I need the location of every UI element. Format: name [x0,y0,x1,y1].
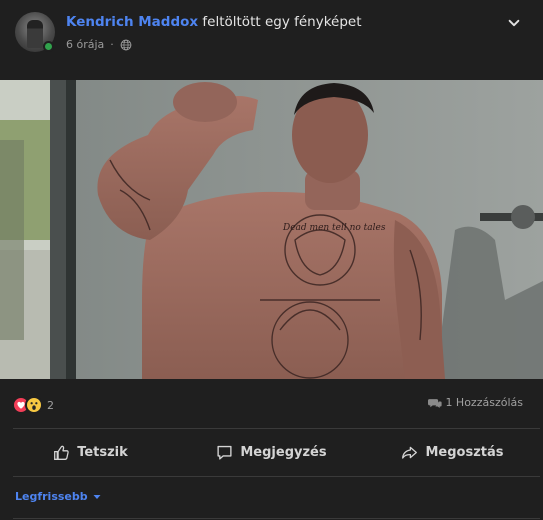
divider-bottom [13,476,540,477]
author-name-link[interactable]: Kendrich Maddox [66,14,198,30]
reaction-count: 2 [47,398,54,412]
post-photo[interactable]: Dead men tell no tales [0,80,543,379]
share-label: Megosztás [425,444,504,460]
post-action-text: feltöltött egy fényképet [202,14,362,30]
meta-separator: · [110,38,114,51]
comments-icon [428,398,443,408]
post-author-line: Kendrich Maddox feltöltött egy fényképet [66,14,362,30]
post-actions: Tetszik Megjegyzés Megosztás [0,430,543,474]
like-label: Tetszik [77,444,128,460]
chevron-down-icon[interactable] [507,16,521,30]
thumbs-up-icon [54,445,69,460]
share-icon [402,446,418,459]
post-time[interactable]: 6 órája [66,38,104,51]
comment-label: Megjegyzés [240,444,327,460]
post-header: Kendrich Maddox feltöltött egy fényképet… [0,0,543,80]
divider-top [13,428,540,429]
share-button[interactable]: Megosztás [362,430,543,474]
reactions-summary[interactable]: 2 [12,396,54,414]
post-meta: 6 órája · [66,38,132,51]
comment-icon [217,445,232,460]
online-status-dot [43,41,54,52]
divider-end [13,518,540,519]
caret-down-icon [93,494,101,499]
like-button[interactable]: Tetszik [0,430,181,474]
tattoo-script: Dead men tell no tales [282,223,386,233]
sort-label: Legfrissebb [15,490,88,503]
author-avatar[interactable] [15,12,55,52]
post-photo-illustration: Dead men tell no tales [0,80,543,379]
post-card: Kendrich Maddox feltöltött egy fényképet… [0,0,543,520]
comments-count[interactable]: 1 Hozzászólás [428,396,523,409]
wow-reaction-icon [25,396,43,414]
comments-count-label: 1 Hozzászólás [445,396,523,409]
comment-button[interactable]: Megjegyzés [181,430,362,474]
globe-icon [120,39,132,50]
comment-sort-dropdown[interactable]: Legfrissebb [15,490,101,503]
